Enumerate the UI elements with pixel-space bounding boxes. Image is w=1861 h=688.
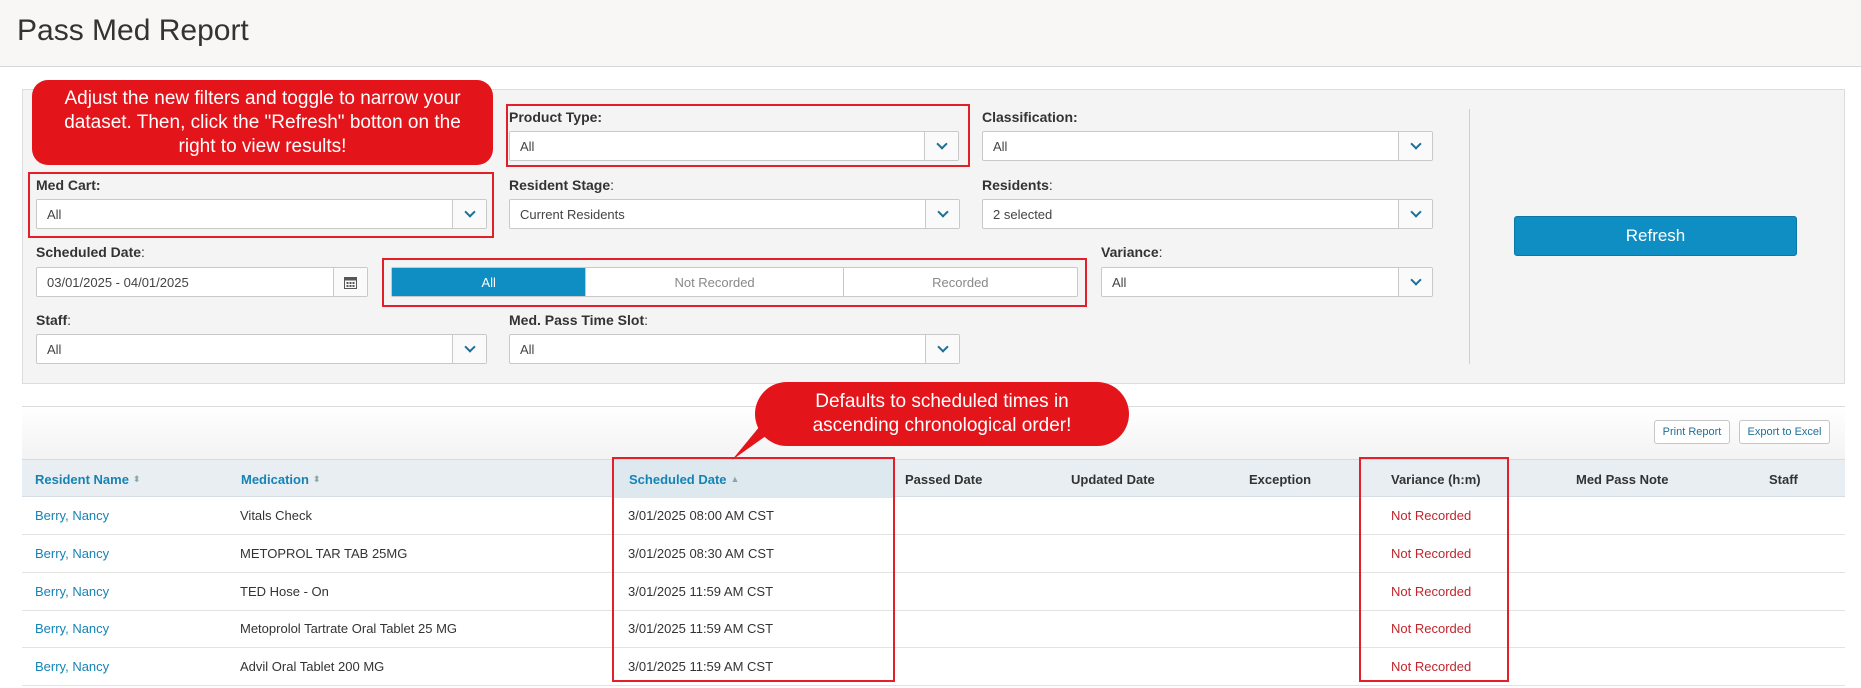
callout-sort-tip: Defaults to scheduled times in ascending… [755, 382, 1129, 446]
variance-value: All [1112, 275, 1127, 290]
variance-select[interactable]: All [1101, 267, 1433, 297]
resident-stage-select[interactable]: Current Residents [509, 199, 960, 229]
med-cart-label: Med Cart: [36, 177, 101, 193]
col-updated-date: Updated Date [1071, 471, 1155, 487]
callout-filters-tip: Adjust the new filters and toggle to nar… [32, 80, 493, 165]
resident-link[interactable]: Berry, Nancy [35, 573, 109, 610]
medication-cell: TED Hose - On [240, 584, 329, 599]
chevron-down-icon[interactable] [452, 335, 486, 363]
chevron-down-icon[interactable] [452, 200, 486, 228]
sort-icon: ⬍ [312, 473, 321, 484]
classification-value: All [993, 139, 1008, 154]
variance-label: Variance: [1101, 244, 1163, 260]
col-exception: Exception [1249, 471, 1312, 487]
staff-label: Staff: [36, 312, 72, 328]
table-row: Berry, Nancy Metoprolol Tartrate Oral Ta… [22, 610, 1845, 648]
chevron-down-icon[interactable] [1398, 268, 1432, 296]
page-header: Pass Med Report [0, 0, 1861, 67]
product-type-label: Product Type: [509, 109, 603, 125]
chevron-down-icon[interactable] [1398, 200, 1432, 228]
scheduled-date-input[interactable]: 03/01/2025 - 04/01/2025 [36, 267, 368, 297]
staff-value: All [47, 342, 62, 357]
table-row: Berry, Nancy Advil Oral Tablet 200 MG 3/… [22, 648, 1845, 686]
resident-link[interactable]: Berry, Nancy [35, 497, 109, 534]
medication-cell: Advil Oral Tablet 200 MG [240, 659, 385, 674]
resident-stage-label: Resident Stage: [509, 177, 615, 193]
med-cart-value: All [47, 207, 62, 222]
page-title: Pass Med Report [17, 14, 249, 47]
col-staff: Staff [1769, 471, 1798, 487]
resident-link[interactable]: Berry, Nancy [35, 610, 109, 647]
table-row: Berry, Nancy TED Hose - On 3/01/2025 11:… [22, 573, 1845, 611]
scheduled-cell: 3/01/2025 11:59 AM CST [628, 621, 774, 636]
scheduled-cell: 3/01/2025 08:30 AM CST [628, 546, 774, 561]
col-variance: Variance (h:m) [1391, 471, 1481, 487]
variance-cell: Not Recorded [1391, 584, 1472, 599]
residents-value: 2 selected [993, 207, 1053, 222]
refresh-button[interactable]: Refresh [1514, 216, 1797, 256]
scheduled-date-value: 03/01/2025 - 04/01/2025 [47, 275, 189, 290]
table-row: Berry, Nancy Vitals Check 3/01/2025 08:0… [22, 497, 1845, 535]
staff-select[interactable]: All [36, 334, 487, 364]
residents-select[interactable]: 2 selected [982, 199, 1433, 229]
resident-link[interactable]: Berry, Nancy [35, 535, 109, 572]
classification-select[interactable]: All [982, 131, 1433, 161]
col-resident-name[interactable]: Resident Name ⬍ [35, 460, 140, 498]
sort-asc-icon: ▲ [730, 474, 740, 484]
sort-icon: ⬍ [132, 473, 141, 484]
resident-stage-value: Current Residents [520, 207, 625, 222]
print-report-button[interactable]: Print Report [1654, 420, 1730, 444]
scheduled-cell: 3/01/2025 11:59 AM CST [628, 584, 774, 599]
variance-cell: Not Recorded [1391, 546, 1472, 561]
calendar-icon[interactable] [333, 268, 367, 296]
toggle-recorded[interactable]: Recorded [844, 268, 1077, 296]
variance-cell: Not Recorded [1391, 659, 1472, 674]
chevron-down-icon[interactable] [925, 200, 959, 228]
resident-link[interactable]: Berry, Nancy [35, 648, 109, 685]
residents-label: Residents: [982, 177, 1053, 193]
record-status-toggle: All Not Recorded Recorded [391, 267, 1078, 297]
medication-cell: Vitals Check [240, 508, 313, 523]
classification-label: Classification: [982, 109, 1078, 125]
variance-cell: Not Recorded [1391, 621, 1472, 636]
toggle-all[interactable]: All [392, 268, 587, 296]
product-type-value: All [520, 139, 535, 154]
col-passed-date: Passed Date [905, 471, 983, 487]
time-slot-value: All [520, 342, 535, 357]
scheduled-date-label: Scheduled Date: [36, 244, 145, 260]
time-slot-label: Med. Pass Time Slot: [509, 312, 649, 328]
chevron-down-icon[interactable] [924, 132, 958, 160]
chevron-down-icon[interactable] [1398, 132, 1432, 160]
product-type-select[interactable]: All [509, 131, 959, 161]
col-medication[interactable]: Medication ⬍ [241, 460, 320, 498]
scheduled-cell: 3/01/2025 11:59 AM CST [628, 659, 774, 674]
col-med-pass-note: Med Pass Note [1576, 471, 1669, 487]
scheduled-cell: 3/01/2025 08:00 AM CST [628, 508, 774, 523]
export-excel-button[interactable]: Export to Excel [1739, 420, 1830, 444]
variance-cell: Not Recorded [1391, 508, 1472, 523]
table-row: Berry, Nancy METOPROL TAR TAB 25MG 3/01/… [22, 535, 1845, 573]
med-cart-select[interactable]: All [36, 199, 487, 229]
medication-cell: Metoprolol Tartrate Oral Tablet 25 MG [240, 621, 458, 636]
medication-cell: METOPROL TAR TAB 25MG [240, 546, 408, 561]
time-slot-select[interactable]: All [509, 334, 960, 364]
filters-divider [1469, 109, 1470, 364]
chevron-down-icon[interactable] [925, 335, 959, 363]
table-header: Resident Name ⬍ Medication ⬍ Scheduled Dat… [22, 459, 1845, 498]
toggle-not-recorded[interactable]: Not Recorded [586, 268, 844, 296]
